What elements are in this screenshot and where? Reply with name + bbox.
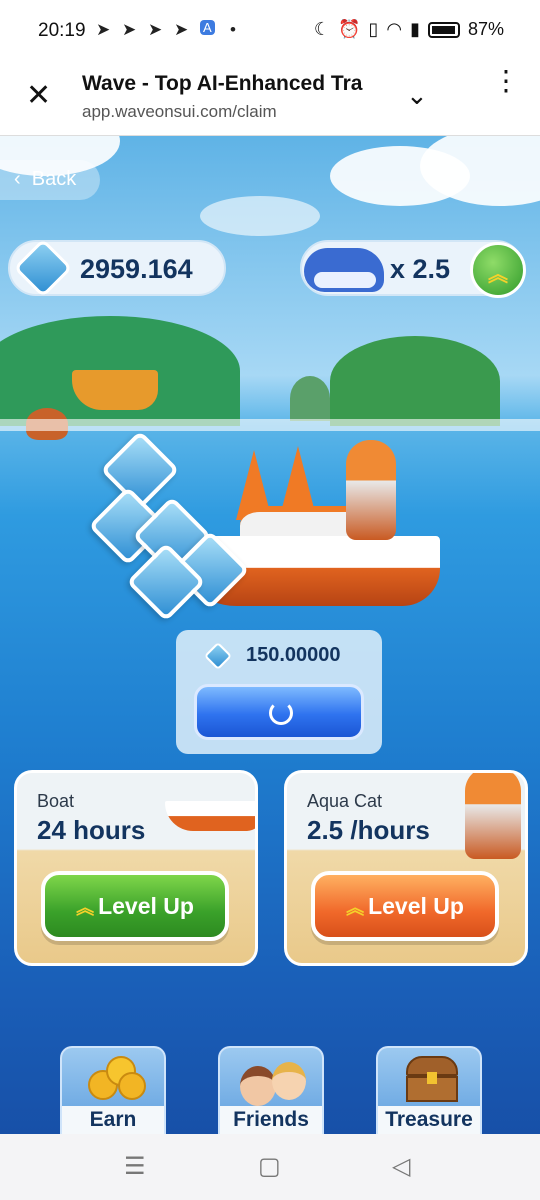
coins-icon bbox=[84, 1052, 146, 1104]
boat-card-label: Boat bbox=[37, 791, 75, 811]
translate-icon: A bbox=[200, 20, 215, 35]
treasure-chest-icon bbox=[400, 1052, 460, 1104]
telegram-icon: ➤ bbox=[148, 20, 163, 39]
aqua-cat-card: Aqua Cat 2.5 /hours ︽ Level Up bbox=[284, 770, 528, 966]
multiplier-value: x 2.5 bbox=[390, 254, 451, 284]
status-icons: ☾ ⏰ ▯ ◠ ▮ 87% bbox=[314, 19, 504, 40]
alarm-icon: ⏰ bbox=[338, 19, 361, 39]
chevron-left-icon: ‹ bbox=[14, 168, 27, 190]
page-url: app.waveonsui.com/claim bbox=[82, 102, 277, 121]
page-title: Wave - Top AI-Enhanced Tra bbox=[82, 72, 363, 95]
fishing-boat bbox=[72, 370, 158, 410]
loading-spinner-icon bbox=[269, 701, 293, 725]
double-chevron-up-icon: ︽ bbox=[346, 898, 365, 918]
more-options-icon[interactable]: ⋮ bbox=[492, 67, 520, 95]
game-area: ‹ Back 2959.164 x 2.5 ︽ 150.00000 Boat 2 bbox=[0, 136, 540, 1134]
back-nav-icon[interactable]: ◁ bbox=[392, 1152, 410, 1181]
boat-icon bbox=[165, 801, 255, 831]
browser-toolbar: ✕ Wave - Top AI-Enhanced Tra app.waveons… bbox=[0, 62, 540, 136]
clock: 20:19 bbox=[38, 20, 86, 41]
island bbox=[290, 376, 330, 421]
claim-amount: 150.00000 bbox=[246, 644, 341, 666]
moon-icon: ☾ bbox=[313, 19, 331, 39]
nav-earn-label: Earn bbox=[62, 1106, 164, 1134]
sea-horizon bbox=[0, 419, 540, 431]
balance-pill: 2959.164 bbox=[8, 238, 226, 298]
back-label: Back bbox=[31, 168, 77, 190]
telegram-icon: ➤ bbox=[122, 20, 137, 39]
level-up-label: Level Up bbox=[98, 893, 194, 919]
claim-panel: 150.00000 bbox=[176, 630, 382, 754]
nav-friends-label: Friends bbox=[220, 1106, 322, 1134]
nav-treasure[interactable]: Treasure bbox=[376, 1046, 482, 1134]
double-chevron-up-icon: ︽ bbox=[76, 898, 95, 918]
whale-icon bbox=[304, 248, 384, 292]
dot-icon: • bbox=[230, 20, 236, 39]
level-up-label: Level Up bbox=[368, 893, 464, 919]
cloud bbox=[200, 196, 320, 236]
vibrate-icon: ▯ bbox=[368, 19, 379, 39]
wave-token-icon bbox=[13, 238, 73, 298]
nav-treasure-label: Treasure bbox=[378, 1106, 480, 1134]
battery-icon bbox=[427, 21, 460, 38]
aqua-cat-character bbox=[346, 440, 396, 540]
close-icon[interactable]: ✕ bbox=[26, 78, 51, 113]
boat-card-value: 24 hours bbox=[37, 815, 146, 845]
island bbox=[330, 336, 500, 426]
balance-value: 2959.164 bbox=[80, 254, 193, 284]
back-button[interactable]: ‹ Back bbox=[0, 160, 100, 200]
aqua-cat-card-value: 2.5 /hours bbox=[307, 815, 430, 845]
boat-card: Boat 24 hours ︽ Level Up bbox=[14, 770, 258, 966]
nav-earn[interactable]: Earn bbox=[60, 1046, 166, 1134]
claim-button[interactable] bbox=[194, 684, 364, 740]
signal-icon: ▮ bbox=[410, 19, 420, 39]
aqua-cat-card-label: Aqua Cat bbox=[307, 791, 383, 811]
multiplier-pill: x 2.5 ︽ bbox=[300, 240, 526, 298]
nav-friends[interactable]: Friends bbox=[218, 1046, 324, 1134]
system-navigation-bar: ☰ ▢ ◁ bbox=[0, 1134, 540, 1200]
upgrade-multiplier-button[interactable]: ︽ bbox=[470, 242, 526, 298]
status-bar: 20:19 ➤ ➤ ➤ ➤ A • ☾ ⏰ ▯ ◠ ▮ 87% bbox=[0, 0, 540, 62]
aqua-cat-level-up-button[interactable]: ︽ Level Up bbox=[311, 871, 499, 941]
friends-icon bbox=[240, 1052, 306, 1106]
telegram-icon: ➤ bbox=[174, 20, 189, 39]
aqua-cat-icon bbox=[465, 773, 521, 859]
home-icon[interactable]: ▢ bbox=[258, 1152, 281, 1181]
boat-level-up-button[interactable]: ︽ Level Up bbox=[41, 871, 229, 941]
wave-token-icon bbox=[203, 641, 233, 671]
chevron-down-icon[interactable]: ⌄ bbox=[406, 80, 428, 111]
battery-level: 87% bbox=[467, 19, 504, 39]
telegram-icon: ➤ bbox=[96, 20, 111, 39]
wifi-icon: ◠ bbox=[386, 19, 403, 39]
recents-icon[interactable]: ☰ bbox=[124, 1152, 146, 1181]
